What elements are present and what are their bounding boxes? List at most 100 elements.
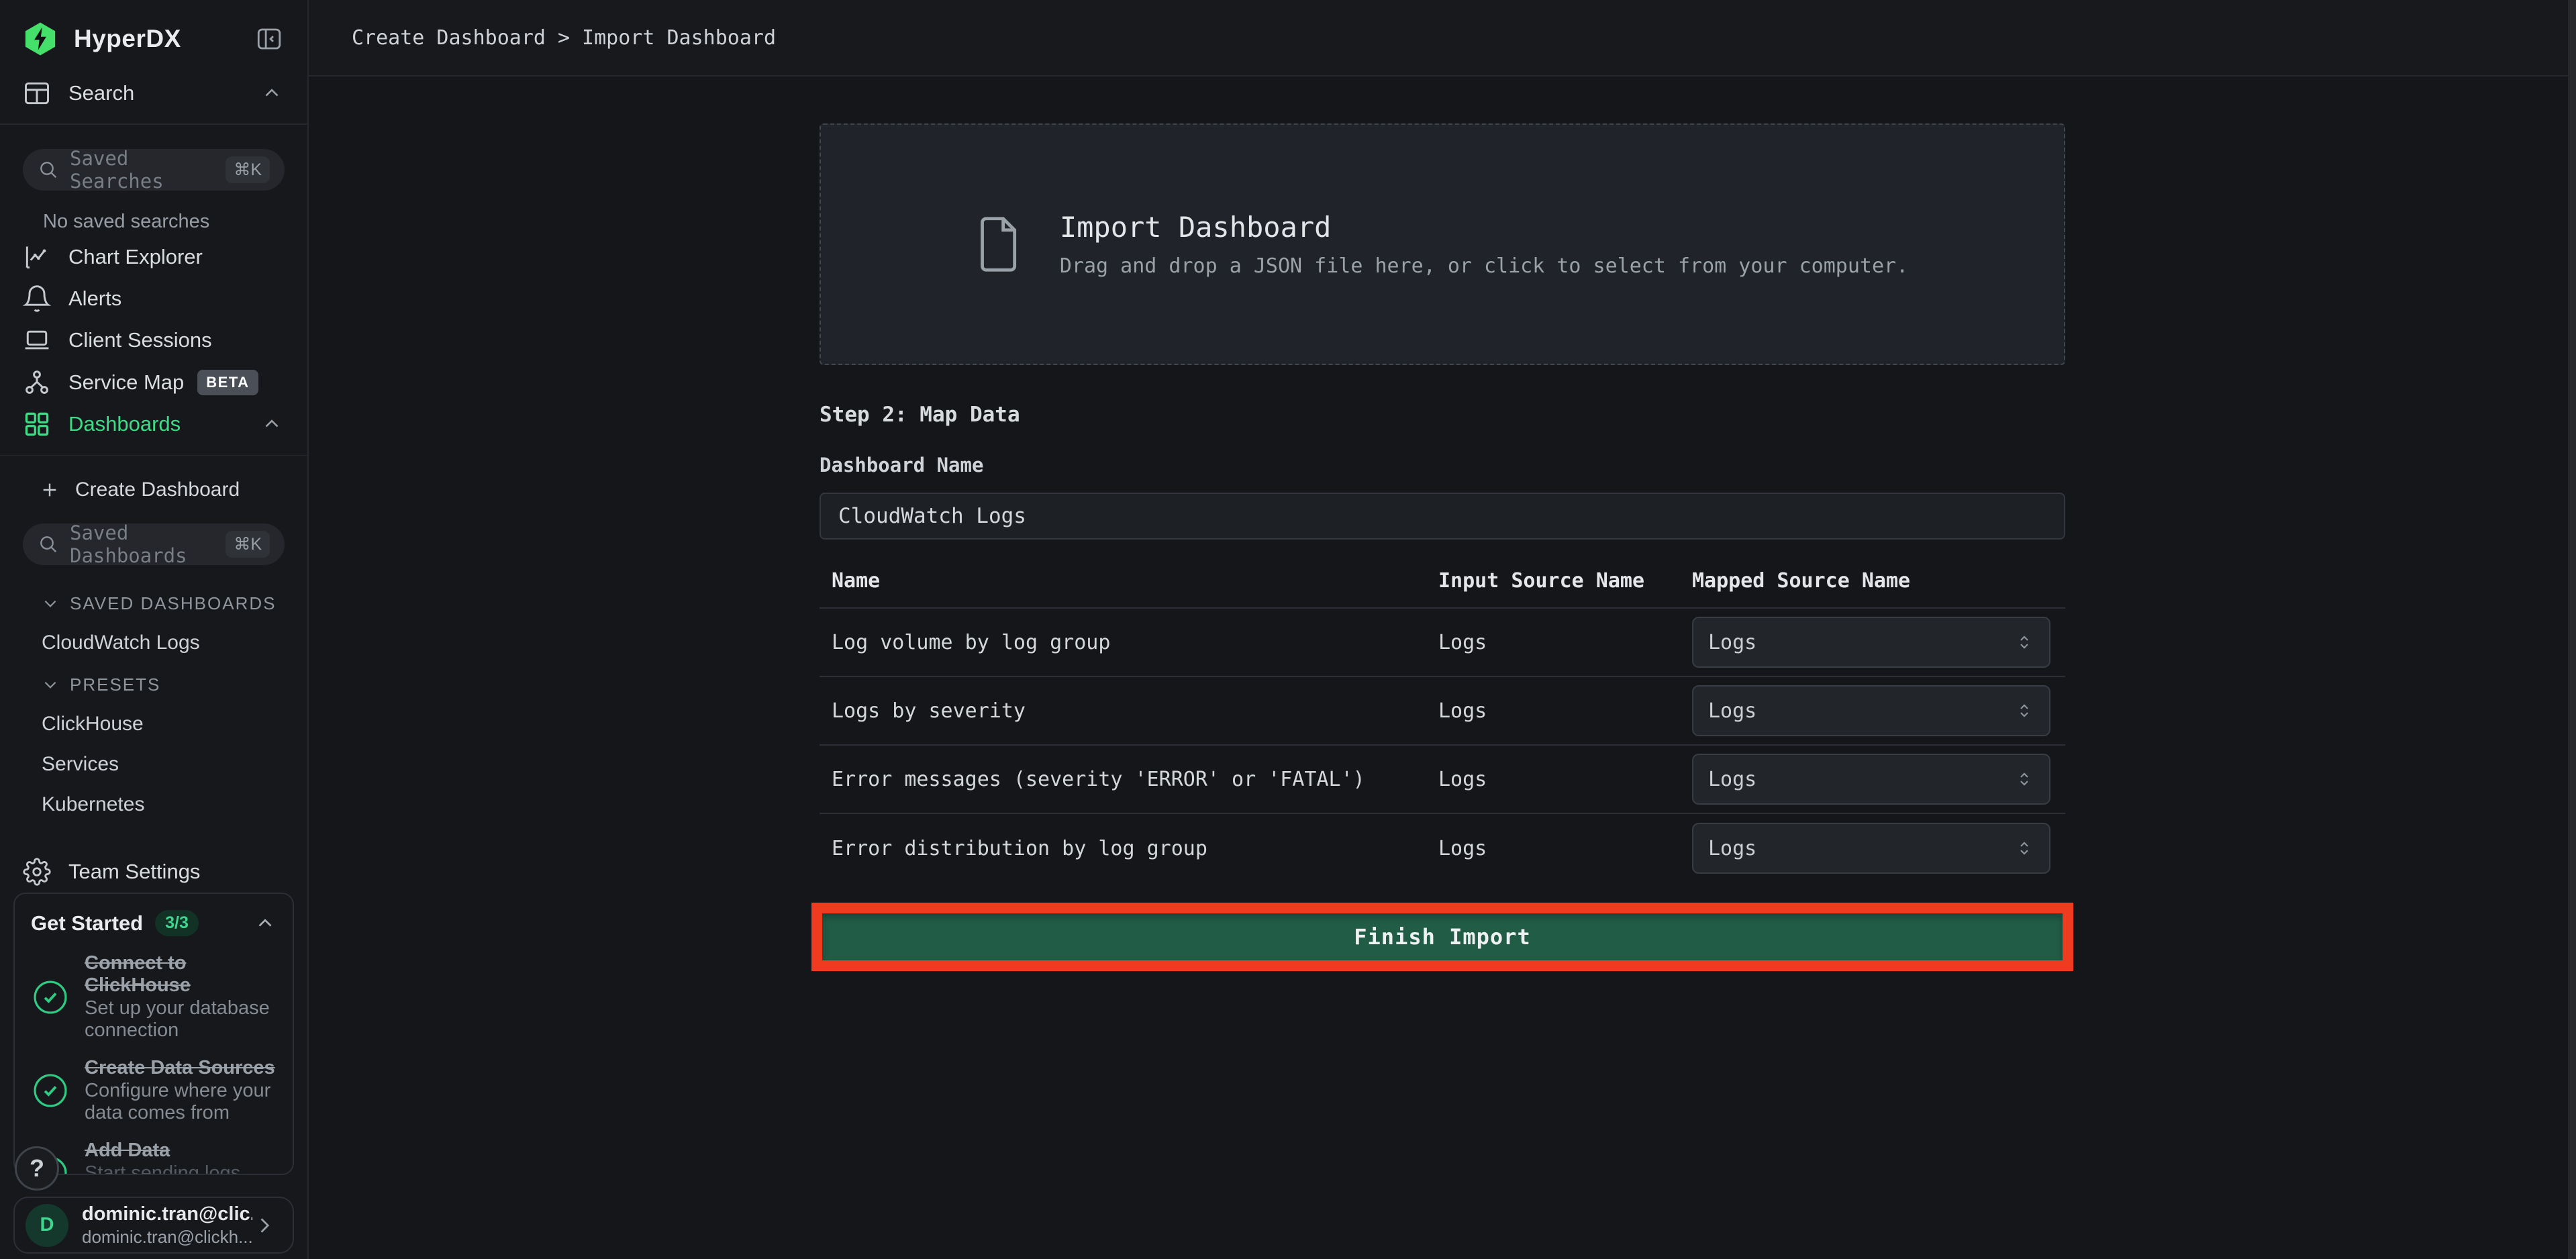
- table-row: Error messages (severity 'ERROR' or 'FAT…: [820, 746, 2065, 814]
- preset-item-kubernetes[interactable]: Kubernetes: [0, 793, 307, 816]
- sidebar: HyperDX Search Saved Searche: [0, 0, 309, 1259]
- vertical-scrollbar[interactable]: [2568, 0, 2576, 1259]
- search-icon: [38, 534, 59, 555]
- chevron-up-icon: [254, 912, 277, 935]
- column-header-name: Name: [820, 569, 1438, 593]
- create-dashboard-button[interactable]: Create Dashboard: [0, 468, 307, 512]
- saved-searches-placeholder: Saved Searches: [70, 147, 226, 193]
- finish-import-button[interactable]: Finish Import: [822, 913, 2063, 960]
- get-started-item-title: Add Data: [85, 1140, 277, 1161]
- select-chevrons-icon: [2014, 632, 2034, 652]
- breadcrumb-create-dashboard[interactable]: Create Dashboard: [352, 26, 546, 50]
- sidebar-item-client-sessions[interactable]: Client Sessions: [0, 319, 307, 361]
- selected-source-value: Logs: [1708, 837, 1756, 860]
- sidebar-item-label: Team Settings: [68, 860, 200, 884]
- json-file-dropzone[interactable]: Import Dashboard Drag and drop a JSON fi…: [820, 123, 2065, 365]
- dashboards-icon: [21, 409, 52, 439]
- avatar: D: [26, 1204, 68, 1247]
- dashboard-name-label: Dashboard Name: [820, 454, 2065, 476]
- selected-source-value: Logs: [1708, 699, 1756, 723]
- create-dashboard-label: Create Dashboard: [75, 479, 240, 501]
- saved-searches-input[interactable]: Saved Searches ⌘K: [23, 149, 285, 191]
- user-email: dominic.tran@clickh...: [82, 1227, 252, 1248]
- input-source-cell: Logs: [1438, 631, 1692, 654]
- sidebar-item-label: Chart Explorer: [68, 245, 203, 269]
- help-button[interactable]: ?: [15, 1146, 59, 1191]
- hyperdx-logo-icon: [21, 20, 59, 58]
- step-label: Step 2: Map Data: [820, 403, 2065, 427]
- get-started-item-sources[interactable]: Create Data Sources Configure where your…: [31, 1057, 277, 1125]
- preset-item-clickhouse[interactable]: ClickHouse: [0, 713, 307, 736]
- dashboard-name-input[interactable]: [820, 493, 2065, 540]
- dashboard-item-cloudwatch-logs[interactable]: CloudWatch Logs: [0, 632, 307, 654]
- sidebar-item-service-map[interactable]: Service Map BETA: [0, 362, 307, 403]
- sidebar-item-dashboards[interactable]: Dashboards: [0, 403, 307, 445]
- get-started-item-title: Create Data Sources: [85, 1057, 277, 1078]
- source-mapping-table: Name Input Source Name Mapped Source Nam…: [820, 566, 2065, 883]
- sidebar-item-label: Client Sessions: [68, 328, 212, 352]
- selected-source-value: Logs: [1708, 631, 1756, 654]
- get-started-item-desc: Start sending logs, metrics, or traces: [85, 1162, 277, 1175]
- get-started-item-title: Connect to ClickHouse: [85, 952, 277, 996]
- plus-icon: [39, 479, 60, 501]
- sidebar-item-team-settings[interactable]: Team Settings: [0, 851, 307, 893]
- table-header-row: Name Input Source Name Mapped Source Nam…: [820, 566, 2065, 609]
- main-area: Create Dashboard > Import Dashboard Impo…: [309, 0, 2576, 1259]
- table-row: Error distribution by log group Logs Log…: [820, 814, 2065, 883]
- chevron-up-icon: [260, 413, 283, 436]
- dropzone-subtitle: Drag and drop a JSON file here, or click…: [1060, 254, 1908, 278]
- chart-name-cell: Log volume by log group: [820, 631, 1438, 654]
- section-label: PRESETS: [70, 674, 160, 695]
- sidebar-divider: [0, 455, 307, 456]
- sidebar-item-label: Dashboards: [68, 412, 181, 436]
- breadcrumb: Create Dashboard > Import Dashboard: [309, 0, 2576, 77]
- saved-dashboards-placeholder: Saved Dashboards: [70, 521, 226, 567]
- sidebar-item-label: Service Map: [68, 370, 184, 395]
- mapped-source-select[interactable]: Logs: [1692, 754, 2050, 805]
- user-account-card[interactable]: D dominic.tran@clic... dominic.tran@clic…: [13, 1197, 294, 1254]
- sidebar-item-alerts[interactable]: Alerts: [0, 278, 307, 319]
- chart-name-cell: Logs by severity: [820, 699, 1438, 723]
- shortcut-badge: ⌘K: [226, 531, 270, 558]
- get-started-card: Get Started 3/3 Connect to ClickHouse Se…: [13, 893, 294, 1175]
- gear-icon: [21, 858, 52, 886]
- saved-dashboards-section-header[interactable]: SAVED DASHBOARDS: [42, 593, 283, 614]
- dropzone-title: Import Dashboard: [1060, 211, 1908, 244]
- chevron-down-icon: [42, 595, 59, 612]
- collapse-sidebar-button[interactable]: [255, 25, 283, 53]
- presets-section-header[interactable]: PRESETS: [42, 674, 283, 695]
- get-started-item-add-data[interactable]: Add Data Start sending logs, metrics, or…: [31, 1140, 277, 1175]
- selected-source-value: Logs: [1708, 768, 1756, 791]
- select-chevrons-icon: [2014, 769, 2034, 789]
- mapped-source-select[interactable]: Logs: [1692, 685, 2050, 736]
- hyperdx-app: HyperDX Search Saved Searche: [0, 0, 2576, 1259]
- select-chevrons-icon: [2014, 701, 2034, 721]
- chevron-right-icon: [252, 1213, 277, 1238]
- search-icon: [38, 159, 59, 181]
- laptop-icon: [21, 325, 52, 355]
- chart-name-cell: Error distribution by log group: [820, 837, 1438, 860]
- file-icon: [977, 215, 1022, 273]
- input-source-cell: Logs: [1438, 768, 1692, 791]
- shortcut-badge: ⌘K: [226, 156, 270, 183]
- table-row: Log volume by log group Logs Logs: [820, 609, 2065, 677]
- search-section-icon: [21, 79, 52, 108]
- logo-row: HyperDX: [0, 0, 307, 72]
- check-circle-icon: [31, 1071, 71, 1110]
- preset-item-services[interactable]: Services: [0, 753, 307, 776]
- mapped-source-select[interactable]: Logs: [1692, 617, 2050, 668]
- chevron-up-icon: [260, 82, 283, 105]
- section-label: SAVED DASHBOARDS: [70, 593, 276, 614]
- beta-badge: BETA: [197, 370, 258, 395]
- column-header-input-source: Input Source Name: [1438, 569, 1692, 593]
- saved-dashboards-input[interactable]: Saved Dashboards ⌘K: [23, 523, 285, 565]
- get-started-item-desc: Configure where your data comes from: [85, 1080, 277, 1125]
- get-started-header[interactable]: Get Started 3/3: [31, 910, 277, 936]
- app-title: HyperDX: [74, 25, 181, 53]
- get-started-item-connect[interactable]: Connect to ClickHouse Set up your databa…: [31, 952, 277, 1042]
- breadcrumb-import-dashboard[interactable]: Import Dashboard: [582, 26, 776, 50]
- sidebar-item-search[interactable]: Search: [0, 72, 307, 114]
- chart-name-cell: Error messages (severity 'ERROR' or 'FAT…: [820, 768, 1438, 791]
- mapped-source-select[interactable]: Logs: [1692, 823, 2050, 874]
- sidebar-item-chart-explorer[interactable]: Chart Explorer: [0, 236, 307, 277]
